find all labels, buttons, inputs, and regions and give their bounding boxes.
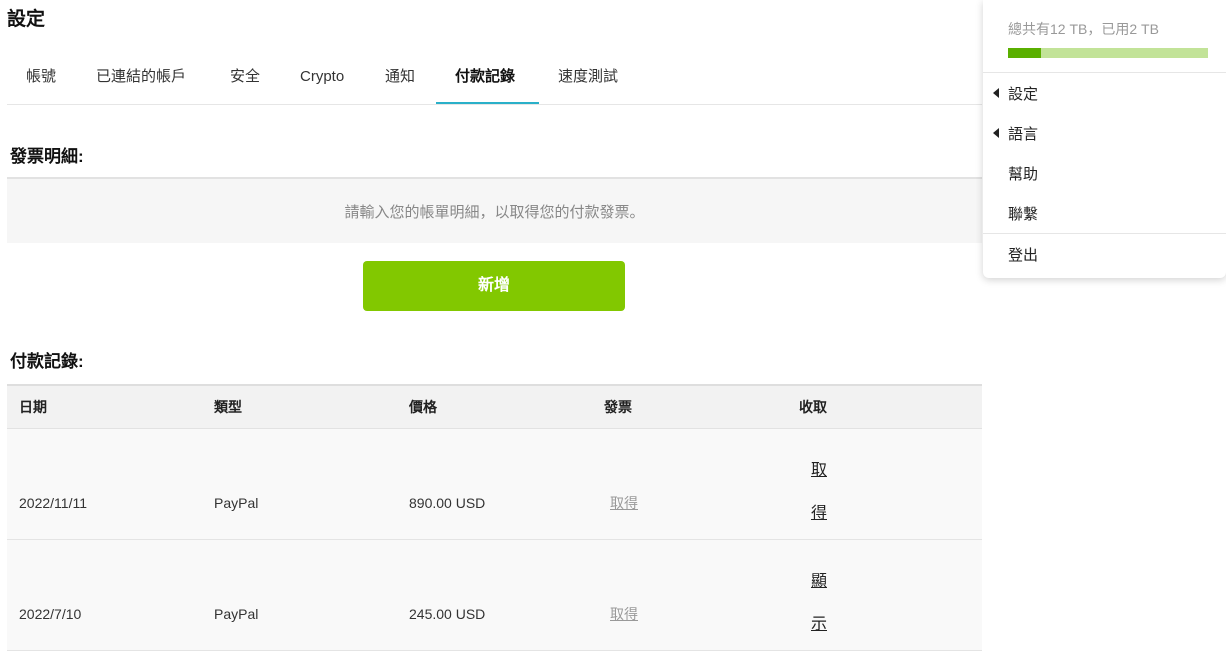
menu-divider: [983, 233, 1226, 234]
receipt-link-char: 得: [810, 505, 827, 522]
menu-item-logout[interactable]: 登出: [1008, 244, 1038, 265]
column-header-receipt: 收取: [799, 399, 827, 415]
tab-account[interactable]: 帳號: [26, 56, 56, 102]
receipt-link-char: 示: [810, 616, 827, 633]
menu-item-help[interactable]: 幫助: [1008, 163, 1038, 184]
row-type: PayPal: [214, 606, 259, 622]
tab-linked-accounts[interactable]: 已連結的帳戶: [96, 56, 186, 102]
tab-payment-history[interactable]: 付款記錄: [455, 56, 515, 102]
menu-item-label: 語言: [1008, 126, 1039, 143]
menu-divider: [983, 72, 1226, 73]
payment-history-heading: 付款記錄:: [10, 352, 84, 371]
row-date: 2022/7/10: [19, 606, 82, 622]
column-header-invoice: 發票: [604, 399, 632, 415]
tab-speed-test[interactable]: 速度測試: [558, 56, 618, 102]
invoice-details-box: 請輸入您的帳單明細，以取得您的付款發票。: [7, 177, 982, 243]
caret-left-icon: [993, 128, 999, 138]
active-tab-indicator: [436, 102, 539, 104]
get-invoice-link[interactable]: 取得: [610, 604, 638, 624]
settings-tabs: 帳號 已連結的帳戶 安全 Crypto 通知 付款記錄 速度測試: [7, 56, 982, 105]
menu-item-contact[interactable]: 聯繫: [1008, 203, 1038, 224]
column-header-type: 類型: [214, 399, 242, 415]
menu-item-settings[interactable]: 設定: [993, 83, 1039, 104]
table-row: 2022/11/11 PayPal 890.00 USD 取得 取 得: [7, 429, 982, 540]
row-date: 2022/11/11: [19, 495, 87, 511]
storage-usage-fill: [1008, 48, 1042, 58]
row-price: 890.00 USD: [409, 495, 486, 511]
row-type: PayPal: [214, 495, 259, 511]
table-header: 日期 類型 價格 發票 收取: [7, 386, 982, 429]
column-header-price: 價格: [409, 399, 437, 415]
receipt-link[interactable]: 取 得: [809, 449, 829, 535]
page-title: 設定: [7, 9, 46, 30]
tab-notifications[interactable]: 通知: [385, 56, 415, 102]
tab-crypto[interactable]: Crypto: [300, 56, 344, 102]
caret-left-icon: [993, 88, 999, 98]
menu-item-label: 設定: [1008, 86, 1039, 103]
get-invoice-link[interactable]: 取得: [610, 493, 638, 513]
invoice-details-heading: 發票明細:: [10, 147, 84, 166]
invoice-details-placeholder: 請輸入您的帳單明細，以取得您的付款發票。: [344, 203, 645, 221]
tab-security[interactable]: 安全: [230, 56, 260, 102]
receipt-link-char: 取: [810, 462, 827, 479]
menu-item-language[interactable]: 語言: [993, 123, 1039, 144]
storage-usage-bar: [1008, 48, 1208, 58]
table-row: 2022/7/10 PayPal 245.00 USD 取得 顯 示: [7, 540, 982, 651]
account-dropdown-menu: 總共有12 TB，已用2 TB 設定 語言 幫助 聯繫 登出: [983, 0, 1226, 278]
payment-history-table: 日期 類型 價格 發票 收取 2022/11/11 PayPal 890.00 …: [7, 384, 982, 651]
add-invoice-details-button[interactable]: 新增: [363, 261, 625, 311]
column-header-date: 日期: [19, 399, 47, 415]
storage-usage-text: 總共有12 TB，已用2 TB: [1008, 21, 1159, 37]
receipt-link-char: 顯: [810, 573, 827, 590]
receipt-link[interactable]: 顯 示: [809, 560, 829, 646]
row-price: 245.00 USD: [409, 606, 486, 622]
